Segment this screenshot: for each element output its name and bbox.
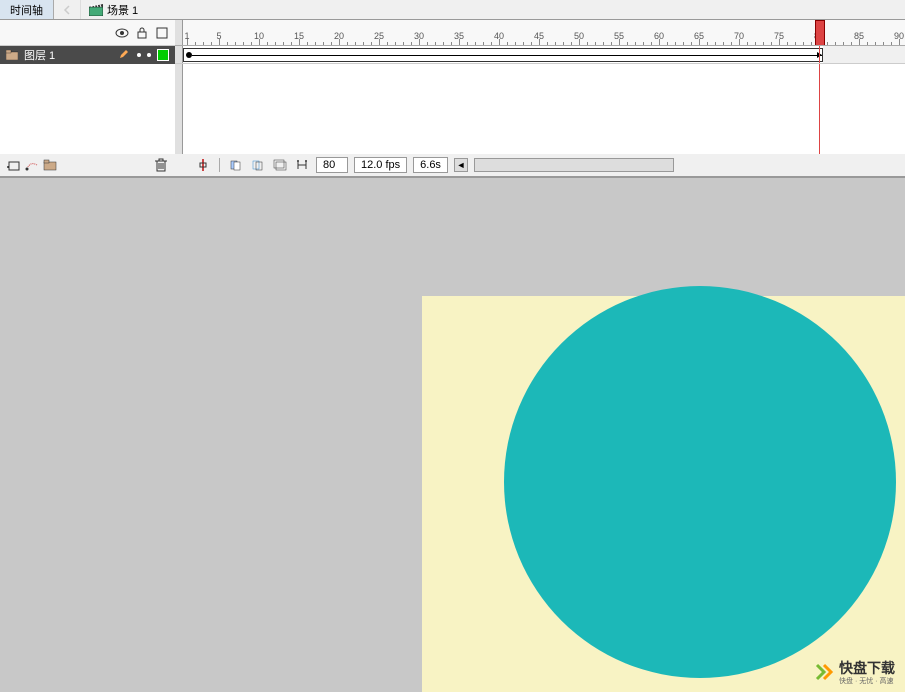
stage-area[interactable]: 快盘下载 快盘 · 无忧 · 高速: [0, 178, 905, 692]
watermark: 快盘下载 快盘 · 无忧 · 高速: [814, 658, 895, 686]
delete-layer-button[interactable]: [153, 157, 169, 173]
layer-footer: [0, 154, 175, 176]
lock-dot[interactable]: [147, 53, 151, 57]
arrow-left-icon: [62, 5, 72, 15]
layer-name: 图层 1: [24, 47, 113, 63]
layer-spacer: [0, 64, 175, 154]
clapperboard-icon: [89, 4, 103, 16]
playhead[interactable]: [815, 20, 825, 45]
layer-header: [0, 20, 175, 46]
layer-color-swatch[interactable]: [157, 49, 169, 61]
stage-canvas[interactable]: [422, 296, 905, 692]
tween-arrow-icon: [192, 55, 822, 56]
outline-icon[interactable]: [155, 26, 169, 40]
scene-tab[interactable]: 场景 1: [81, 0, 146, 19]
center-frame-button[interactable]: [195, 157, 211, 173]
frames-footer: 80 12.0 fps 6.6s ◄: [175, 154, 905, 176]
current-frame-field[interactable]: 80: [316, 157, 348, 173]
modify-markers-button[interactable]: [294, 157, 310, 173]
tween-span[interactable]: [183, 48, 823, 62]
fps-field[interactable]: 12.0 fps: [354, 157, 407, 173]
tab-timeline[interactable]: 时间轴: [0, 0, 54, 19]
top-tabs: 时间轴 场景 1: [0, 0, 905, 20]
edit-multiple-frames-button[interactable]: [272, 157, 288, 173]
frames-track[interactable]: [175, 46, 905, 64]
visibility-dot[interactable]: [137, 53, 141, 57]
layer-row[interactable]: 图层 1: [0, 46, 175, 64]
watermark-logo-icon: [814, 662, 834, 682]
layer-status-dots: [137, 53, 151, 57]
watermark-text: 快盘下载: [839, 658, 895, 678]
layer-icon: [6, 50, 18, 60]
ruler-grip: [175, 20, 183, 45]
new-layer-button[interactable]: [6, 157, 22, 173]
onion-skin-outlines-button[interactable]: [250, 157, 266, 173]
onion-skin-button[interactable]: [228, 157, 244, 173]
watermark-subtitle: 快盘 · 无忧 · 高速: [839, 676, 895, 686]
frames-panel: 151015202530354045505560657075808590 80: [175, 20, 905, 176]
pencil-icon: [119, 49, 131, 62]
horizontal-scrollbar[interactable]: [474, 158, 674, 172]
scene-label: 场景 1: [107, 2, 138, 18]
visibility-icon[interactable]: [115, 26, 129, 40]
new-folder-button[interactable]: [42, 157, 58, 173]
new-guide-button[interactable]: [24, 157, 40, 173]
frames-empty-area: [175, 64, 905, 154]
circle-shape[interactable]: [504, 286, 896, 678]
frame-ruler[interactable]: 151015202530354045505560657075808590: [175, 20, 905, 46]
back-button[interactable]: [54, 0, 81, 19]
lock-icon[interactable]: [135, 26, 149, 40]
scroll-left-button[interactable]: ◄: [454, 158, 468, 172]
layer-panel: 图层 1: [0, 20, 175, 176]
elapsed-field: 6.6s: [413, 157, 448, 173]
timeline-area: 图层 1 15101520253035404550556065707580859…: [0, 20, 905, 178]
